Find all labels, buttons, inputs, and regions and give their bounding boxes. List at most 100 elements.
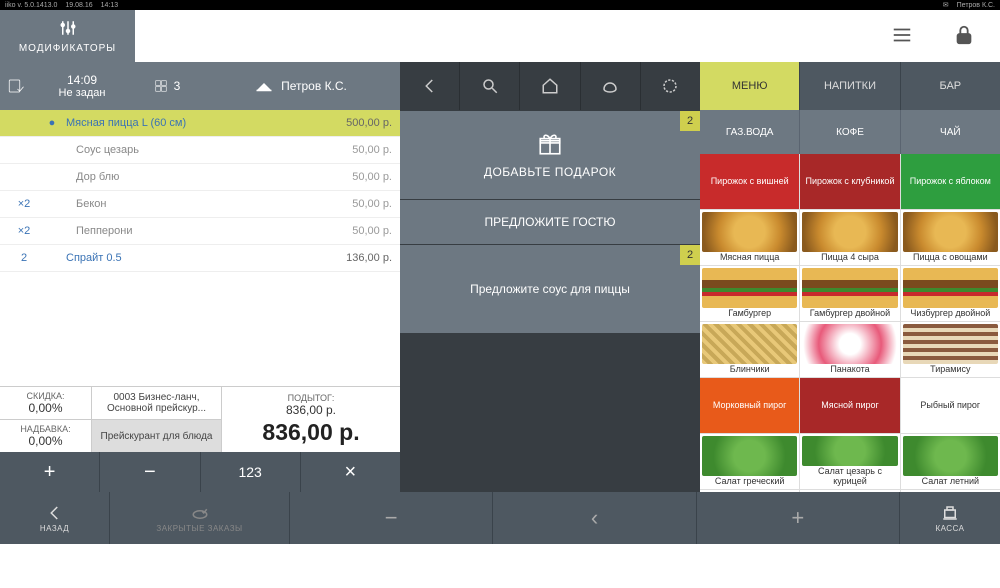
cat-tea[interactable]: ЧАЙ	[901, 110, 1000, 154]
surcharge-cell[interactable]: НАДБАВКА: 0,00%	[0, 420, 91, 452]
qty-clear-button[interactable]: ×	[301, 452, 400, 492]
gift-card[interactable]: 2 ДОБАВЬТЕ ПОДАРОК	[400, 111, 700, 199]
order-check-icon[interactable]	[0, 77, 32, 95]
menu-cell[interactable]: Пирожок с яблоком	[901, 154, 1000, 209]
menu-cell[interactable]: Рыбный пирог	[901, 378, 1000, 433]
tab-menu[interactable]: МЕНЮ	[700, 62, 800, 110]
dish-button[interactable]	[581, 62, 641, 110]
dish-image	[903, 436, 998, 476]
qty-bar: + − 123 ×	[0, 452, 400, 492]
lock-icon[interactable]	[953, 24, 975, 49]
dish-image	[802, 324, 897, 364]
back-label: НАЗАД	[40, 524, 69, 533]
order-line[interactable]: ×2Бекон50,00 р.	[0, 191, 400, 218]
menu-cell[interactable]: Салат летний	[901, 434, 1000, 489]
line-price: 500,00 р.	[332, 117, 392, 129]
menu-cell[interactable]: Тирамису	[901, 322, 1000, 377]
qty-plus-button[interactable]: +	[0, 452, 100, 492]
gift-icon	[537, 131, 563, 157]
menu-cell[interactable]: Гамбургер	[700, 266, 799, 321]
order-line[interactable]: 2Спрайт 0.5136,00 р.	[0, 245, 400, 272]
total-cell[interactable]: ПОДЫТОГ: 836,00 р. 836,00 р.	[222, 387, 400, 452]
line-bullet-icon: ●	[38, 117, 66, 129]
bottom-minus[interactable]: −	[290, 492, 493, 544]
order-panel: 14:09 Не задан 3 Петров К.С. ●Мясная пиц…	[0, 62, 400, 492]
os-topbar: iiko v. 5.0.1413.0 19.08.16 14:13 ✉ Петр…	[0, 0, 1000, 10]
cashier-button[interactable]: КАССА	[900, 492, 1000, 544]
cell-label: Тирамису	[930, 365, 970, 375]
dish-image	[903, 324, 998, 364]
cell-label: Чизбургер двойной	[910, 309, 990, 319]
order-time: 14:09	[67, 73, 97, 87]
discount-cell[interactable]: СКИДКА: 0,00%	[0, 387, 91, 420]
menu-cell[interactable]: Борщ	[700, 490, 799, 492]
closed-orders-button[interactable]: ЗАКРЫТЫЕ ЗАКАЗЫ	[110, 492, 290, 544]
pricelist-option-1[interactable]: 0003 Бизнес-ланч, Основной прейскур...	[92, 387, 221, 420]
dish-image	[802, 436, 897, 466]
cat-coffee[interactable]: КОФЕ	[800, 110, 900, 154]
menu-cell[interactable]: Блинчики	[700, 322, 799, 377]
order-waiter-name: Петров К.С.	[281, 79, 347, 93]
cell-label: Мясной пирог	[821, 401, 879, 411]
line-price: 50,00 р.	[332, 144, 392, 156]
back-arrow-button[interactable]	[400, 62, 460, 110]
line-name: Спрайт 0.5	[66, 252, 332, 264]
menu-cell[interactable]: Салат греческий	[700, 434, 799, 489]
suggest-title: Предложите соус для пиццы	[470, 282, 630, 296]
bottom-plus[interactable]: +	[697, 492, 900, 544]
menu-cell[interactable]: Пицца с овощами	[901, 210, 1000, 265]
order-table-num: 3	[174, 79, 181, 93]
menu-cell[interactable]: Панакота	[800, 322, 899, 377]
cat-water[interactable]: ГАЗ.ВОДА	[700, 110, 800, 154]
cell-label: Рыбный пирог	[920, 401, 980, 411]
menu-cell[interactable]: Чизбургер двойной	[901, 266, 1000, 321]
order-lines: ●Мясная пицца L (60 см)500,00 р.Соус цез…	[0, 110, 400, 386]
surcharge-label: НАДБАВКА:	[20, 424, 70, 434]
qty-num-button[interactable]: 123	[201, 452, 301, 492]
menu-cell[interactable]: Морковный пирог	[700, 378, 799, 433]
dish-image	[903, 212, 998, 252]
menu-cell[interactable]: Мясной пирог	[800, 378, 899, 433]
menu-cell[interactable]: Гамбургер двойной	[800, 266, 899, 321]
home-button[interactable]	[520, 62, 580, 110]
menu-cell[interactable]: Пирожок с вишней	[700, 154, 799, 209]
dish-image	[702, 324, 797, 364]
order-line[interactable]: ×2Пепперони50,00 р.	[0, 218, 400, 245]
tab-bar[interactable]: БАР	[901, 62, 1000, 110]
search-button[interactable]	[460, 62, 520, 110]
order-table[interactable]: 3	[132, 79, 202, 93]
modifiers-tab[interactable]: МОДИФИКАТОРЫ	[0, 10, 135, 62]
qty-minus-button[interactable]: −	[100, 452, 200, 492]
cashier-label: КАССА	[935, 524, 964, 533]
menu-cell[interactable]: Гаспачо	[800, 490, 899, 492]
refresh-button[interactable]	[641, 62, 700, 110]
cell-label: Пирожок с яблоком	[910, 177, 991, 187]
order-line[interactable]: ●Мясная пицца L (60 см)500,00 р.	[0, 110, 400, 137]
order-line[interactable]: Соус цезарь50,00 р.	[0, 137, 400, 164]
discount-value: 0,00%	[28, 401, 62, 415]
sliders-icon	[59, 19, 77, 40]
order-waiter[interactable]: Петров К.С.	[202, 79, 400, 93]
menu-icon[interactable]	[891, 24, 913, 49]
order-status: Не задан	[59, 87, 106, 99]
suggest-badge: 2	[680, 245, 700, 265]
menu-cell[interactable]: Мясная пицца	[700, 210, 799, 265]
suggest-card[interactable]: 2 Предложите соус для пиццы	[400, 245, 700, 333]
line-name: Мясная пицца L (60 см)	[66, 117, 332, 129]
line-qty: ×2	[10, 225, 38, 237]
menu-cell[interactable]: Пицца 4 сыра	[800, 210, 899, 265]
bottom-prev[interactable]: ‹	[493, 492, 696, 544]
menu-cell[interactable]: Пирожок с клубникой	[800, 154, 899, 209]
line-price: 50,00 р.	[332, 198, 392, 210]
line-price: 50,00 р.	[332, 171, 392, 183]
menu-panel: МЕНЮ НАПИТКИ БАР ГАЗ.ВОДА КОФЕ ЧАЙ Пирож…	[700, 62, 1000, 492]
order-header: 14:09 Не задан 3 Петров К.С.	[0, 62, 400, 110]
tab-drinks[interactable]: НАПИТКИ	[800, 62, 900, 110]
order-line[interactable]: Дор блю50,00 р.	[0, 164, 400, 191]
gift-badge: 2	[680, 111, 700, 131]
line-name: Соус цезарь	[66, 144, 332, 156]
menu-cell[interactable]: Салат цезарь с курицей	[800, 434, 899, 489]
pricelist-option-2[interactable]: Прейскурант для блюда	[92, 420, 221, 452]
menu-cell[interactable]: Харчо	[901, 490, 1000, 492]
back-button[interactable]: НАЗАД	[0, 492, 110, 544]
